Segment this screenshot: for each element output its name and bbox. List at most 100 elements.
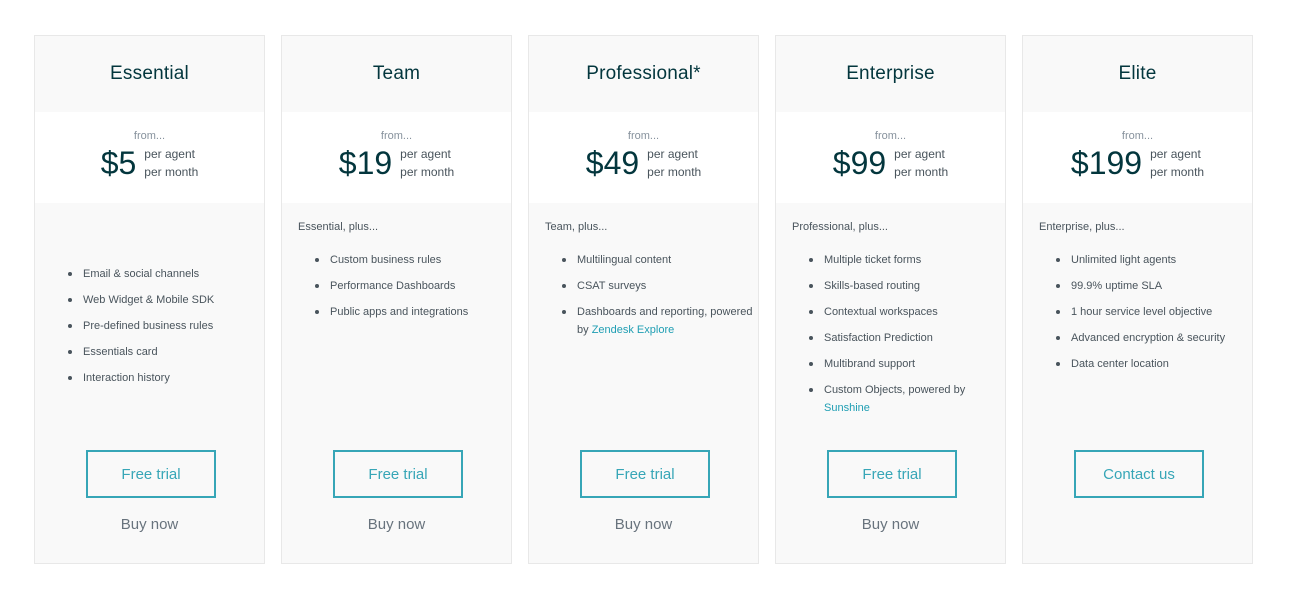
price-unit-agent: per agent bbox=[400, 147, 451, 161]
price-unit: per agent per month bbox=[144, 145, 198, 181]
feature-item: Data center location bbox=[1055, 355, 1252, 373]
price-from-label: from... bbox=[627, 130, 660, 142]
feature-section: Email & social channels Web Widget & Mobi… bbox=[35, 203, 264, 387]
price-from-label: from... bbox=[874, 130, 907, 142]
buy-now-link[interactable]: Buy now bbox=[529, 516, 758, 533]
feature-text: Interaction history bbox=[83, 372, 170, 384]
plan-name: Enterprise bbox=[846, 63, 935, 84]
feature-item: Multilingual content bbox=[561, 251, 758, 269]
feature-item: Multibrand support bbox=[808, 355, 1005, 373]
price-unit: per agent per month bbox=[894, 145, 948, 181]
feature-list: Custom business rules Performance Dashboa… bbox=[282, 251, 511, 321]
price-unit-month: per month bbox=[1150, 165, 1205, 179]
feature-item: Web Widget & Mobile SDK bbox=[67, 291, 264, 309]
feature-text: Custom business rules bbox=[330, 254, 442, 266]
feature-text: Data center location bbox=[1071, 358, 1169, 370]
price-amount: $49 bbox=[585, 145, 640, 181]
pricing-plans: Essential from... $5 per agent per month… bbox=[34, 35, 1253, 564]
price-box: from... $5 per agent per month bbox=[35, 112, 264, 203]
plan-header: Professional* bbox=[529, 36, 758, 112]
feature-item: CSAT surveys bbox=[561, 277, 758, 295]
plan-name: Team bbox=[372, 63, 421, 84]
plan-name: Essential bbox=[110, 63, 189, 84]
price-box: from... $99 per agent per month bbox=[776, 112, 1005, 203]
free-trial-button[interactable]: Free trial bbox=[333, 450, 463, 498]
buy-now-link[interactable]: Buy now bbox=[282, 516, 511, 533]
feature-text: Performance Dashboards bbox=[330, 280, 456, 292]
plan-card-essential: Essential from... $5 per agent per month… bbox=[34, 35, 265, 564]
feature-text: Unlimited light agents bbox=[1071, 254, 1177, 266]
plan-header: Essential bbox=[35, 36, 264, 112]
free-trial-button[interactable]: Free trial bbox=[580, 450, 710, 498]
feature-text: 1 hour service level objective bbox=[1071, 306, 1213, 318]
price-unit: per agent per month bbox=[647, 145, 701, 181]
price-amount: $99 bbox=[832, 145, 887, 181]
plan-card-team: Team from... $19 per agent per month Ess… bbox=[281, 35, 512, 564]
feature-list: Email & social channels Web Widget & Mobi… bbox=[35, 265, 264, 387]
feature-item: Pre-defined business rules bbox=[67, 317, 264, 335]
plan-card-elite: Elite from... $199 per agent per month E… bbox=[1022, 35, 1253, 564]
feature-item: Satisfaction Prediction bbox=[808, 329, 1005, 347]
buy-now-link[interactable]: Buy now bbox=[776, 516, 1005, 533]
feature-link[interactable]: Zendesk Explore bbox=[592, 324, 675, 336]
feature-text: Multilingual content bbox=[577, 254, 672, 266]
price-row: $19 per agent per month bbox=[282, 145, 511, 181]
free-trial-button[interactable]: Free trial bbox=[86, 450, 216, 498]
feature-text: CSAT surveys bbox=[577, 280, 647, 292]
feature-item: Email & social channels bbox=[67, 265, 264, 283]
feature-section: Team, plus... Multilingual content CSAT s… bbox=[529, 203, 758, 339]
plan-header: Team bbox=[282, 36, 511, 112]
price-row: $99 per agent per month bbox=[776, 145, 1005, 181]
feature-item: Unlimited light agents bbox=[1055, 251, 1252, 269]
feature-section: Professional, plus... Multiple ticket fo… bbox=[776, 203, 1005, 417]
feature-link[interactable]: Sunshine bbox=[824, 402, 870, 414]
price-box: from... $49 per agent per month bbox=[529, 112, 758, 203]
feature-item: Advanced encryption & security bbox=[1055, 329, 1252, 347]
contact-us-button[interactable]: Contact us bbox=[1074, 450, 1204, 498]
buy-now-link[interactable]: Buy now bbox=[35, 516, 264, 533]
feature-text: Public apps and integrations bbox=[330, 306, 469, 318]
price-unit: per agent per month bbox=[400, 145, 454, 181]
free-trial-button[interactable]: Free trial bbox=[827, 450, 957, 498]
price-box: from... $19 per agent per month bbox=[282, 112, 511, 203]
price-row: $199 per agent per month bbox=[1023, 145, 1252, 181]
includes-previous-label: Enterprise, plus... bbox=[1039, 221, 1125, 233]
includes-previous-label: Essential, plus... bbox=[298, 221, 379, 233]
feature-text: Email & social channels bbox=[83, 268, 200, 280]
feature-text: Custom Objects, powered by bbox=[824, 384, 966, 396]
feature-section: Enterprise, plus... Unlimited light agen… bbox=[1023, 203, 1252, 373]
plan-card-enterprise: Enterprise from... $99 per agent per mon… bbox=[775, 35, 1006, 564]
price-from-label: from... bbox=[133, 130, 166, 142]
price-unit: per agent per month bbox=[1150, 145, 1204, 181]
includes-previous-label: Team, plus... bbox=[545, 221, 608, 233]
feature-text: Multibrand support bbox=[824, 358, 916, 370]
feature-item: Custom business rules bbox=[314, 251, 511, 269]
feature-item: Multiple ticket forms bbox=[808, 251, 1005, 269]
feature-item: 99.9% uptime SLA bbox=[1055, 277, 1252, 295]
feature-text: Essentials card bbox=[83, 346, 158, 358]
feature-item: Performance Dashboards bbox=[314, 277, 511, 295]
plan-name: Elite bbox=[1118, 63, 1157, 84]
price-unit-agent: per agent bbox=[894, 147, 945, 161]
includes-previous-label: Professional, plus... bbox=[792, 221, 888, 233]
feature-list: Multiple ticket forms Skills-based routin… bbox=[776, 251, 1005, 417]
feature-item: Dashboards and reporting, powered by Zen… bbox=[561, 303, 758, 339]
feature-text: Skills-based routing bbox=[824, 280, 920, 292]
plan-header: Enterprise bbox=[776, 36, 1005, 112]
price-amount: $19 bbox=[338, 145, 393, 181]
feature-item: Public apps and integrations bbox=[314, 303, 511, 321]
feature-text: Web Widget & Mobile SDK bbox=[83, 294, 215, 306]
feature-item: Skills-based routing bbox=[808, 277, 1005, 295]
price-unit-agent: per agent bbox=[144, 147, 195, 161]
feature-text: Pre-defined business rules bbox=[83, 320, 214, 332]
feature-item: Interaction history bbox=[67, 369, 264, 387]
price-box: from... $199 per agent per month bbox=[1023, 112, 1252, 203]
price-unit-month: per month bbox=[647, 165, 702, 179]
feature-item: Contextual workspaces bbox=[808, 303, 1005, 321]
price-row: $5 per agent per month bbox=[35, 145, 264, 181]
plan-name: Professional* bbox=[586, 63, 701, 84]
price-unit-agent: per agent bbox=[647, 147, 698, 161]
feature-text: Advanced encryption & security bbox=[1071, 332, 1226, 344]
price-row: $49 per agent per month bbox=[529, 145, 758, 181]
price-unit-month: per month bbox=[400, 165, 455, 179]
